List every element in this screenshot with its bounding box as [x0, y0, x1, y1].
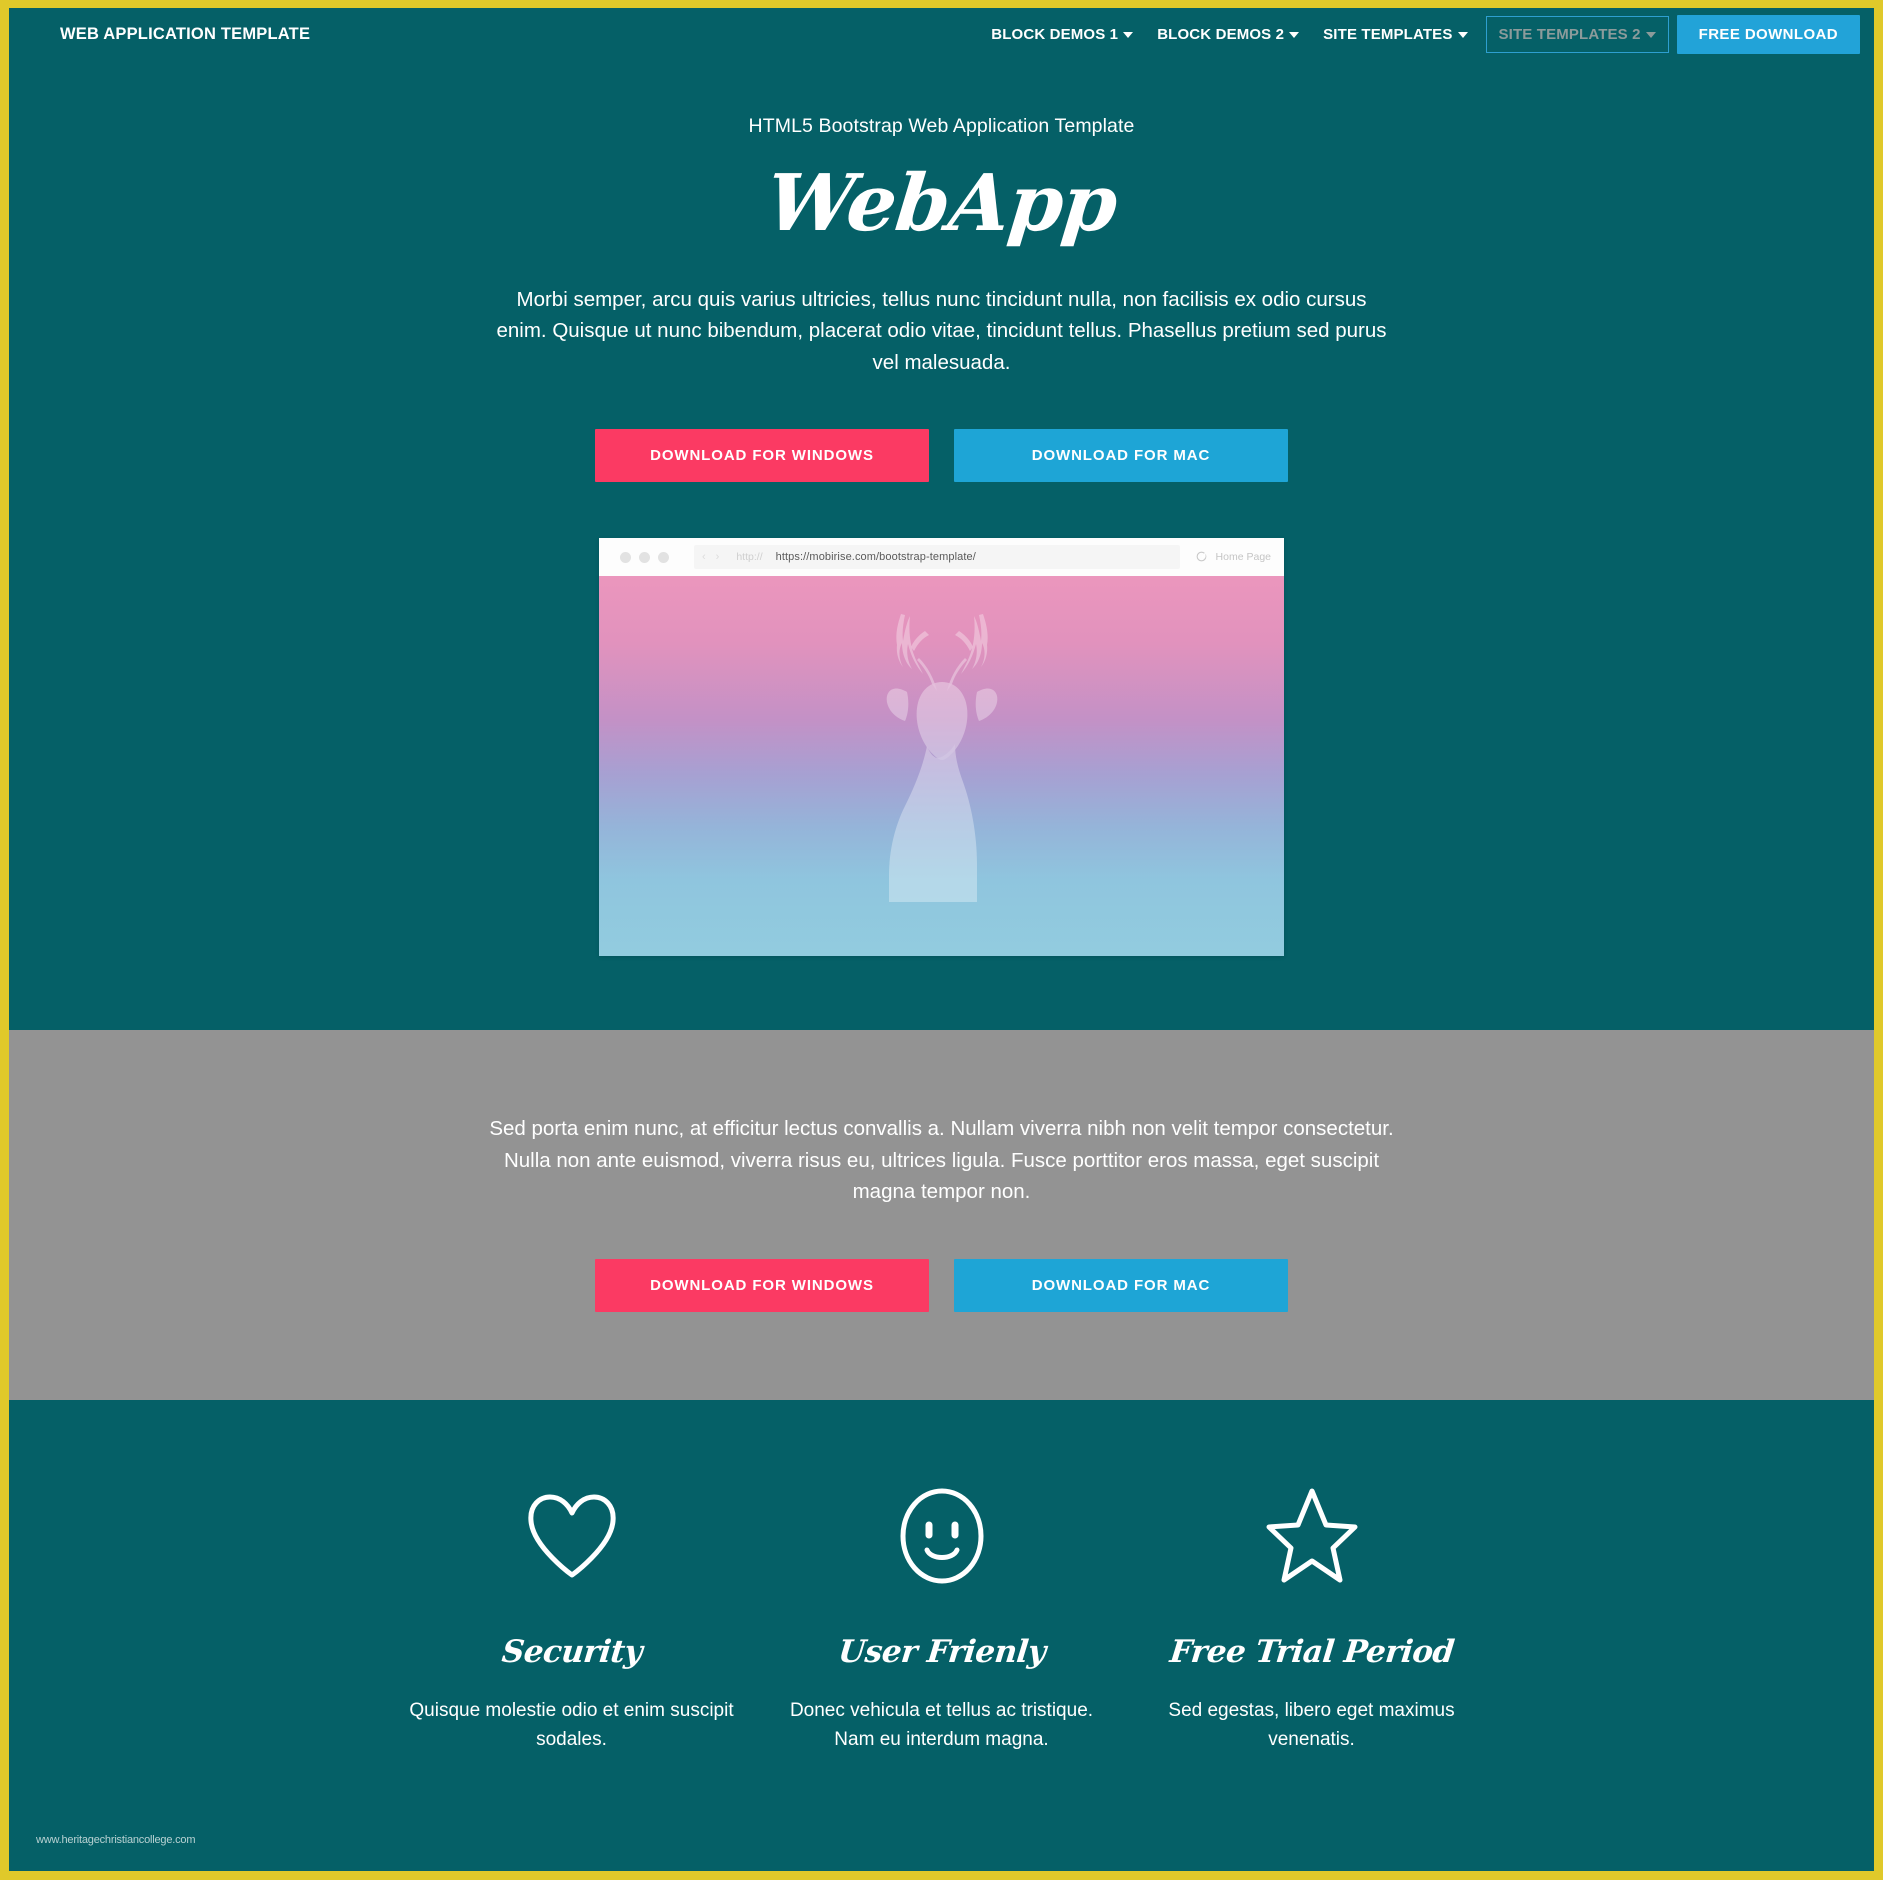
gray-cta-section: Sed porta enim nunc, at efficitur lectus… [9, 1030, 1874, 1400]
chevron-down-icon [1289, 32, 1300, 38]
browser-nav-arrows: ‹ › [702, 551, 719, 563]
page-frame: WEB APPLICATION TEMPLATE BLOCK DEMOS 1 B… [0, 0, 1883, 1880]
browser-mockup: ‹ › http:// https://mobirise.com/bootstr… [599, 538, 1284, 957]
feature-text: Quisque molestie odio et enim suscipit s… [409, 1699, 734, 1751]
feature-title: User Frienly [836, 1633, 1047, 1670]
nav-item-label: SITE TEMPLATES [1323, 25, 1453, 43]
nav-item-site-templates-2[interactable]: SITE TEMPLATES 2 [1485, 15, 1669, 53]
nav-item-label: SITE TEMPLATES 2 [1498, 25, 1641, 43]
features-section: Security Quisque molestie odio et enim s… [9, 1399, 1874, 1755]
url-value: https://mobirise.com/bootstrap-template/ [775, 551, 976, 564]
home-page-group[interactable]: Home Page [1189, 550, 1271, 565]
star-icon [1145, 1480, 1479, 1592]
nav-item-label: BLOCK DEMOS 1 [991, 25, 1119, 43]
smiley-face-icon [775, 1480, 1109, 1592]
browser-viewport [599, 576, 1284, 957]
heart-icon [405, 1480, 739, 1592]
nav-item-block-demos-2[interactable]: BLOCK DEMOS 2 [1145, 20, 1311, 49]
hero-title: WebApp [762, 158, 1121, 249]
chevron-down-icon [1123, 32, 1134, 38]
chevron-down-icon [1645, 32, 1656, 38]
reload-icon[interactable] [1195, 550, 1208, 565]
back-arrow-icon[interactable]: ‹ [702, 551, 706, 563]
hero-section: HTML5 Bootstrap Web Application Template… [9, 60, 1874, 1031]
free-download-button[interactable]: FREE DOWNLOAD [1676, 14, 1860, 54]
nav-item-block-demos-1[interactable]: BLOCK DEMOS 1 [979, 20, 1145, 49]
nav-links: BLOCK DEMOS 1 BLOCK DEMOS 2 SITE TEMPLAT… [979, 14, 1860, 54]
hero-button-row: DOWNLOAD FOR WINDOWS DOWNLOAD FOR MAC [9, 429, 1874, 483]
brand-logo[interactable]: WEB APPLICATION TEMPLATE [60, 25, 310, 44]
feature-card-security: Security Quisque molestie odio et enim s… [387, 1480, 757, 1755]
hero-kicker: HTML5 Bootstrap Web Application Template [748, 115, 1135, 137]
gray-paragraph: Sed porta enim nunc, at efficitur lectus… [489, 1117, 1394, 1204]
home-page-label: Home Page [1215, 551, 1271, 564]
forward-arrow-icon[interactable]: › [716, 551, 720, 563]
navbar: WEB APPLICATION TEMPLATE BLOCK DEMOS 1 B… [9, 8, 1874, 60]
minimize-dot-icon [639, 551, 650, 563]
watermark-url: www.heritagechristiancollege.com [36, 1834, 196, 1846]
browser-window: ‹ › http:// https://mobirise.com/bootstr… [599, 538, 1284, 957]
feature-title: Free Trial Period [1167, 1633, 1456, 1670]
hero-download-mac-button[interactable]: DOWNLOAD FOR MAC [954, 429, 1288, 483]
feature-text: Sed egestas, libero eget maximus venenat… [1168, 1699, 1455, 1751]
nav-item-label: BLOCK DEMOS 2 [1157, 25, 1285, 43]
feature-title: Security [499, 1633, 644, 1670]
deer-silhouette-icon [886, 613, 997, 902]
gray-button-row: DOWNLOAD FOR WINDOWS DOWNLOAD FOR MAC [9, 1258, 1874, 1312]
features-grid: Security Quisque molestie odio et enim s… [387, 1480, 1497, 1755]
window-control-dots [620, 551, 669, 563]
address-bar[interactable]: ‹ › http:// https://mobirise.com/bootstr… [694, 545, 1180, 570]
hero-download-windows-button[interactable]: DOWNLOAD FOR WINDOWS [595, 429, 929, 483]
maximize-dot-icon [658, 551, 669, 563]
browser-toolbar: ‹ › http:// https://mobirise.com/bootstr… [599, 538, 1284, 577]
gray-download-windows-button[interactable]: DOWNLOAD FOR WINDOWS [595, 1258, 929, 1312]
url-protocol-placeholder: http:// [736, 551, 763, 564]
page-inner: WEB APPLICATION TEMPLATE BLOCK DEMOS 1 B… [9, 8, 1874, 1871]
nav-item-site-templates[interactable]: SITE TEMPLATES [1311, 20, 1479, 49]
feature-card-user-friendly: User Frienly Donec vehicula et tellus ac… [757, 1480, 1127, 1755]
chevron-down-icon [1457, 32, 1468, 38]
hero-paragraph: Morbi semper, arcu quis varius ultricies… [496, 287, 1387, 374]
feature-text: Donec vehicula et tellus ac tristique. N… [789, 1699, 1094, 1751]
gray-download-mac-button[interactable]: DOWNLOAD FOR MAC [954, 1258, 1288, 1312]
close-dot-icon [620, 551, 631, 563]
feature-card-free-trial: Free Trial Period Sed egestas, libero eg… [1127, 1480, 1497, 1755]
